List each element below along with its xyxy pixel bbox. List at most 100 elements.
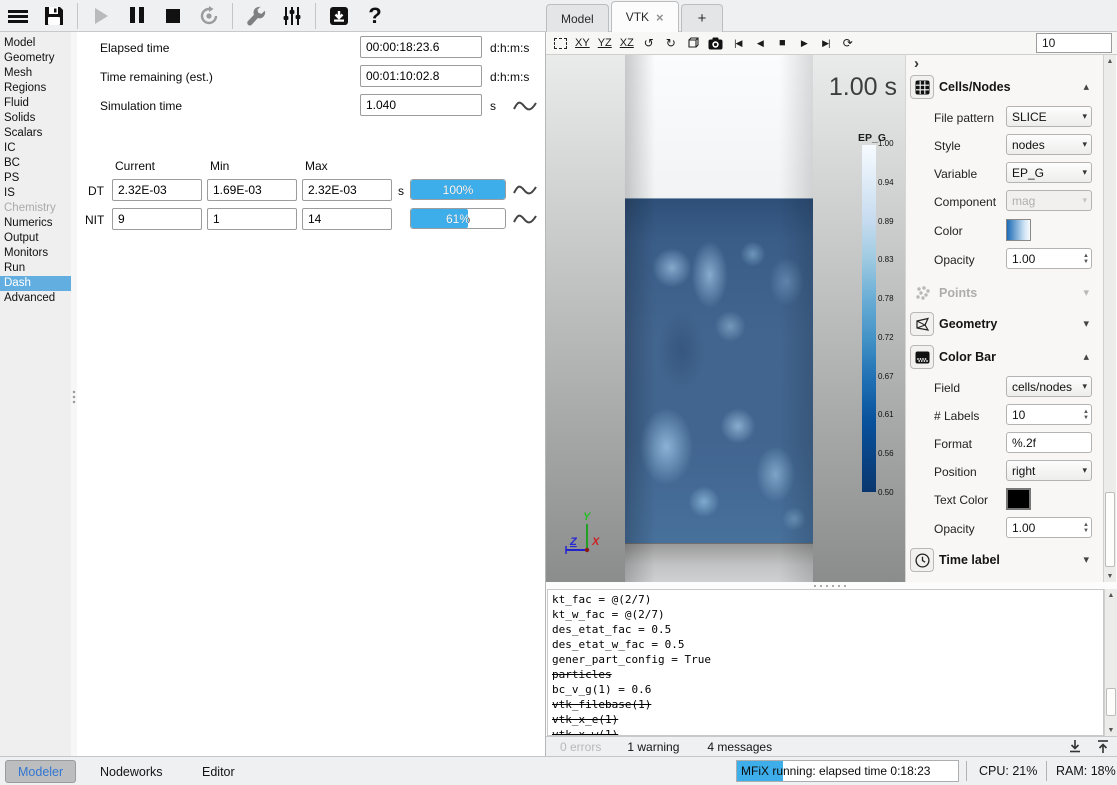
sidebar-item-model[interactable]: Model (0, 36, 71, 51)
export-button[interactable] (324, 2, 354, 30)
frame-number-input[interactable]: 10 (1036, 33, 1112, 53)
sidebar-item-run[interactable]: Run (0, 261, 71, 276)
sidebar-item-monitors[interactable]: Monitors (0, 246, 71, 261)
plot-icon[interactable] (513, 182, 537, 198)
console-scrollbar[interactable]: ▲ ▼ (1104, 589, 1117, 736)
collapse-icon[interactable]: ▾ (1083, 317, 1089, 330)
dt-min-field[interactable]: 1.69E-03 (207, 179, 297, 201)
style-dropdown[interactable]: nodes▾ (1006, 134, 1092, 155)
sidebar-item-output[interactable]: Output (0, 231, 71, 246)
colorbar-opacity-spinbox[interactable]: 1.00 ▲▼ (1006, 517, 1092, 538)
settings-scrollbar[interactable]: ▲ ▼ (1103, 55, 1116, 582)
spin-arrows[interactable]: ▲▼ (1083, 405, 1089, 424)
console-output[interactable]: kt_fac = @(2/7) kt_w_fac = @(2/7) des_et… (547, 589, 1104, 736)
rotate-left-button[interactable]: ↺ (639, 33, 659, 53)
file-pattern-dropdown[interactable]: SLICE▾ (1006, 106, 1092, 127)
sidebar-item-geometry[interactable]: Geometry (0, 51, 71, 66)
last-frame-button[interactable]: ▶| (816, 33, 836, 53)
section-time-label[interactable]: Time label ▾ (906, 548, 1104, 574)
section-geometry[interactable]: Geometry ▾ (906, 312, 1104, 338)
rotate-right-button[interactable]: ↻ (661, 33, 681, 53)
stop-playback-button[interactable]: ■ (772, 33, 792, 53)
messages-count[interactable]: 4 messages (707, 740, 772, 754)
scroll-to-bottom-icon[interactable] (1068, 739, 1082, 754)
section-color-bar[interactable]: Color Bar ▴ (906, 345, 1104, 371)
collapse-icon[interactable]: ▾ (1083, 553, 1089, 566)
sidebar-item-dash[interactable]: Dash (0, 276, 71, 291)
simulation-time-field[interactable]: 1.040 (360, 94, 482, 116)
scroll-down-icon[interactable]: ▼ (1105, 724, 1117, 736)
nit-min-field[interactable]: 1 (207, 208, 297, 230)
sidebar-item-is[interactable]: IS (0, 186, 71, 201)
sidebar-item-scalars[interactable]: Scalars (0, 126, 71, 141)
dt-current-field[interactable]: 2.32E-03 (112, 179, 202, 201)
color-map-swatch[interactable] (1006, 219, 1031, 241)
perspective-button[interactable] (683, 33, 703, 53)
scroll-down-icon[interactable]: ▼ (1104, 570, 1116, 582)
cells-nodes-button[interactable] (910, 75, 934, 99)
reset-view-button[interactable] (550, 33, 570, 53)
scroll-up-icon[interactable]: ▲ (1104, 55, 1116, 67)
parameters-button[interactable] (277, 2, 307, 30)
tab-new[interactable]: + (681, 4, 724, 32)
geometry-button[interactable] (910, 312, 934, 336)
scroll-to-top-icon[interactable] (1096, 739, 1110, 754)
spin-arrows[interactable]: ▲▼ (1083, 518, 1089, 537)
nit-current-field[interactable]: 9 (112, 208, 202, 230)
dt-max-field[interactable]: 2.32E-03 (302, 179, 392, 201)
vtk-viewport[interactable]: 1.00 s EP_G 1.00 0.94 0.89 0.83 0.78 0.7… (546, 55, 905, 582)
time-remaining-field[interactable]: 00:01:10:02.8 (360, 65, 482, 87)
spin-arrows[interactable]: ▲▼ (1083, 249, 1089, 268)
close-icon[interactable]: × (656, 10, 664, 25)
modeler-button[interactable]: Modeler (5, 760, 76, 783)
pause-button[interactable] (122, 2, 152, 30)
sidebar-item-ps[interactable]: PS (0, 171, 71, 186)
collapse-icon[interactable]: ▴ (1083, 80, 1089, 93)
sidebar-item-mesh[interactable]: Mesh (0, 66, 71, 81)
console-splitter[interactable] (546, 582, 1117, 589)
view-xz-button[interactable]: XZ (617, 33, 637, 53)
tab-vtk[interactable]: VTK× (611, 1, 679, 32)
stop-button[interactable] (158, 2, 188, 30)
reset-button[interactable] (194, 2, 224, 30)
reload-button[interactable]: ⟳ (838, 33, 858, 53)
field-dropdown[interactable]: cells/nodes▾ (1006, 376, 1092, 397)
next-frame-button[interactable]: ▶ (794, 33, 814, 53)
first-frame-button[interactable]: |◀ (728, 33, 748, 53)
nit-max-field[interactable]: 14 (302, 208, 392, 230)
plot-icon[interactable] (513, 211, 537, 227)
sidebar-item-regions[interactable]: Regions (0, 81, 71, 96)
view-xy-button[interactable]: XY (572, 33, 593, 53)
tab-model[interactable]: Model (546, 4, 609, 32)
collapse-panel-button[interactable]: › (914, 55, 919, 72)
plot-icon[interactable] (513, 98, 537, 114)
save-button[interactable] (39, 2, 69, 30)
collapse-icon[interactable]: ▴ (1083, 350, 1089, 363)
editor-button[interactable]: Editor (190, 760, 247, 783)
play-button[interactable] (86, 2, 116, 30)
time-label-button[interactable] (910, 548, 934, 572)
scrollbar-thumb[interactable] (1106, 688, 1116, 716)
opacity-spinbox[interactable]: 1.00 ▲▼ (1006, 248, 1092, 269)
position-dropdown[interactable]: right▾ (1006, 460, 1092, 481)
sidebar-item-ic[interactable]: IC (0, 141, 71, 156)
help-button[interactable]: ? (360, 2, 390, 30)
errors-count[interactable]: 0 errors (560, 740, 601, 754)
menu-button[interactable] (3, 2, 33, 30)
sidebar-item-numerics[interactable]: Numerics (0, 216, 71, 231)
nodeworks-button[interactable]: Nodeworks (88, 760, 175, 783)
variable-dropdown[interactable]: EP_G▾ (1006, 162, 1092, 183)
section-cells-nodes[interactable]: Cells/Nodes ▴ (906, 75, 1104, 101)
settings-button[interactable] (241, 2, 271, 30)
scroll-up-icon[interactable]: ▲ (1105, 589, 1117, 601)
num-labels-spinbox[interactable]: 10 ▲▼ (1006, 404, 1092, 425)
previous-frame-button[interactable]: ◀ (750, 33, 770, 53)
sidebar-item-fluid[interactable]: Fluid (0, 96, 71, 111)
view-yz-button[interactable]: YZ (595, 33, 615, 53)
sidebar-item-solids[interactable]: Solids (0, 111, 71, 126)
snapshot-button[interactable] (705, 33, 726, 53)
warnings-count[interactable]: 1 warning (627, 740, 679, 754)
elapsed-time-field[interactable]: 00:00:18:23.6 (360, 36, 482, 58)
sidebar-item-bc[interactable]: BC (0, 156, 71, 171)
color-bar-button[interactable] (910, 345, 934, 369)
